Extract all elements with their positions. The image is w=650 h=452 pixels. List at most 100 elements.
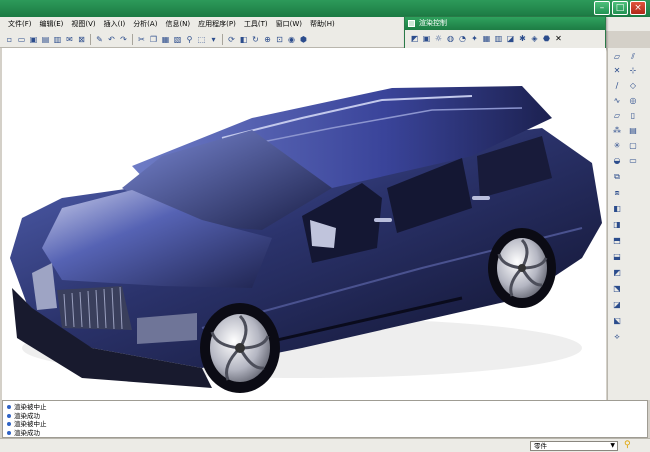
find-icon[interactable]: ⚲ <box>184 34 195 45</box>
sweep-icon[interactable]: ▱ <box>612 111 622 121</box>
texture-icon[interactable]: ◈ <box>529 33 540 44</box>
menu-window[interactable]: 窗口(W) <box>272 19 306 29</box>
menu-analysis[interactable]: 分析(A) <box>129 19 161 29</box>
palette-icon[interactable]: ✱ <box>517 33 528 44</box>
room-icon[interactable]: ▣ <box>421 33 432 44</box>
appearance-icon[interactable]: ◍ <box>445 33 456 44</box>
hole-icon[interactable]: ⁂ <box>612 126 622 136</box>
csys-icon[interactable]: ⊹ <box>628 66 638 76</box>
copy-icon[interactable]: ❐ <box>148 34 159 45</box>
open-icon[interactable]: ▭ <box>16 34 27 45</box>
offset-icon[interactable]: ⬒ <box>612 236 622 246</box>
toolbar-separator <box>132 33 133 45</box>
status-lamp-icon[interactable]: ⚲ <box>624 440 632 451</box>
chamfer-icon[interactable]: ▭ <box>628 156 638 166</box>
shell-icon[interactable]: ▤ <box>628 126 638 136</box>
revolve-icon[interactable]: ◎ <box>628 96 638 106</box>
save-render-icon[interactable]: ⬣ <box>541 33 552 44</box>
save-icon[interactable]: ▣ <box>28 34 39 45</box>
refit-icon[interactable]: ⊡ <box>274 34 285 45</box>
cut-icon[interactable]: ✂ <box>136 34 147 45</box>
maximize-button[interactable]: □ <box>612 1 628 15</box>
sketch-icon[interactable]: ◇ <box>628 81 638 91</box>
message-text: 渲染成功 <box>14 411 40 420</box>
send-icon[interactable]: ✉ <box>64 34 75 45</box>
render-control-panel: 渲染控制 ◩ ▣ ☼ ◍ ◔ ✦ ▦ ▥ ◪ ✱ ◈ ⬣ ✕ <box>404 16 606 49</box>
plane-icon[interactable]: ▱ <box>612 52 622 62</box>
view-icon[interactable]: ◧ <box>238 34 249 45</box>
analysis-icon[interactable]: ⟡ <box>612 332 622 342</box>
paste-icon[interactable]: ▦ <box>160 34 171 45</box>
menu-help[interactable]: 帮助(H) <box>306 19 339 29</box>
print-preview-icon[interactable]: ▥ <box>52 34 63 45</box>
window-controls: – □ × <box>594 1 646 15</box>
render-panel-tools: ◩ ▣ ☼ ◍ ◔ ✦ ▦ ▥ ◪ ✱ ◈ ⬣ ✕ <box>405 30 605 47</box>
pattern-icon[interactable]: ⧈ <box>612 188 622 198</box>
trim-icon[interactable]: ◨ <box>612 220 622 230</box>
merge-icon[interactable]: ◧ <box>612 204 622 214</box>
axis-icon[interactable]: ⫽ <box>628 52 638 62</box>
render-window-icon[interactable]: ▥ <box>493 33 504 44</box>
menu-info[interactable]: 信息(N) <box>161 19 194 29</box>
region-render-icon[interactable]: ◪ <box>505 33 516 44</box>
bullet-icon <box>7 405 11 410</box>
menu-edit[interactable]: 编辑(E) <box>36 19 68 29</box>
zoom-icon[interactable]: ⊕ <box>262 34 273 45</box>
graphics-viewport[interactable] <box>2 48 606 400</box>
repaint-icon[interactable]: ✎ <box>94 34 105 45</box>
menu-applications[interactable]: 应用程序(P) <box>194 19 240 29</box>
selection-filter-value: 零件 <box>534 442 547 450</box>
blend-icon[interactable]: ▯ <box>628 111 638 121</box>
draft-icon[interactable]: ▢ <box>628 141 638 151</box>
message-text: 渲染成功 <box>14 428 40 437</box>
redo-icon[interactable]: ↷ <box>118 34 129 45</box>
curve-icon[interactable]: ∕ <box>612 81 622 91</box>
minimize-button[interactable]: – <box>594 1 610 15</box>
menu-view[interactable]: 视图(V) <box>67 19 99 29</box>
render-settings-icon[interactable]: ▦ <box>481 33 492 44</box>
new-icon[interactable]: ▫ <box>4 34 15 45</box>
menu-tools[interactable]: 工具(T) <box>240 19 272 29</box>
more-icon[interactable]: ▾ <box>208 34 219 45</box>
toolbar-separator <box>90 33 91 45</box>
mirror-icon[interactable]: ⧉ <box>612 172 622 182</box>
thicken-icon[interactable]: ⬓ <box>612 252 622 262</box>
extrude-icon[interactable]: ∿ <box>612 96 622 106</box>
chevron-down-icon: ▼ <box>610 442 615 449</box>
project-icon[interactable]: ⬔ <box>612 284 622 294</box>
paste-special-icon[interactable]: ▧ <box>172 34 183 45</box>
rib-icon[interactable]: ✳ <box>612 141 622 151</box>
message-text: 渲染被中止 <box>14 403 47 411</box>
shade-icon[interactable]: ◉ <box>286 34 297 45</box>
close-button[interactable]: × <box>630 1 646 15</box>
message-line: 渲染被中止 <box>7 403 643 412</box>
spin-icon[interactable]: ↻ <box>250 34 261 45</box>
wrap-icon[interactable]: ◪ <box>612 300 622 310</box>
main-toolbar: ▫ ▭ ▣ ▤ ▥ ✉ ⊠ ✎ ↶ ↷ ✂ ❐ ▦ ▧ ⚲ ⬚ ▾ ⟳ ◧ ↻ … <box>0 31 408 48</box>
solidify-icon[interactable]: ◩ <box>612 268 622 278</box>
select-icon[interactable]: ⬚ <box>196 34 207 45</box>
scene-icon[interactable]: ◩ <box>409 33 420 44</box>
light-icon[interactable]: ☼ <box>433 33 444 44</box>
round-icon[interactable]: ◒ <box>612 156 622 166</box>
regenerate-icon[interactable]: ⟳ <box>226 34 237 45</box>
model-tree-icon[interactable]: ⬢ <box>298 34 309 45</box>
render-panel-titlebar[interactable]: 渲染控制 <box>405 17 605 30</box>
toolbar-separator <box>222 33 223 45</box>
point-icon[interactable]: ✕ <box>612 66 622 76</box>
menu-file[interactable]: 文件(F) <box>4 19 36 29</box>
print-icon[interactable]: ▤ <box>40 34 51 45</box>
bullet-icon <box>7 430 11 435</box>
title-bar: – □ × <box>0 0 650 17</box>
selection-filter-dropdown[interactable]: 零件 ▼ <box>530 441 618 451</box>
close-icon[interactable]: ✕ <box>553 33 564 44</box>
menu-insert[interactable]: 插入(I) <box>100 19 130 29</box>
render-panel-icon <box>408 20 415 27</box>
extend-icon[interactable]: ⬕ <box>612 316 622 326</box>
decal-icon[interactable]: ◔ <box>457 33 468 44</box>
close-window-icon[interactable]: ⊠ <box>76 34 87 45</box>
effects-icon[interactable]: ✦ <box>469 33 480 44</box>
message-line: 渲染成功 <box>7 429 643 438</box>
rendered-car-image <box>10 86 602 393</box>
undo-icon[interactable]: ↶ <box>106 34 117 45</box>
